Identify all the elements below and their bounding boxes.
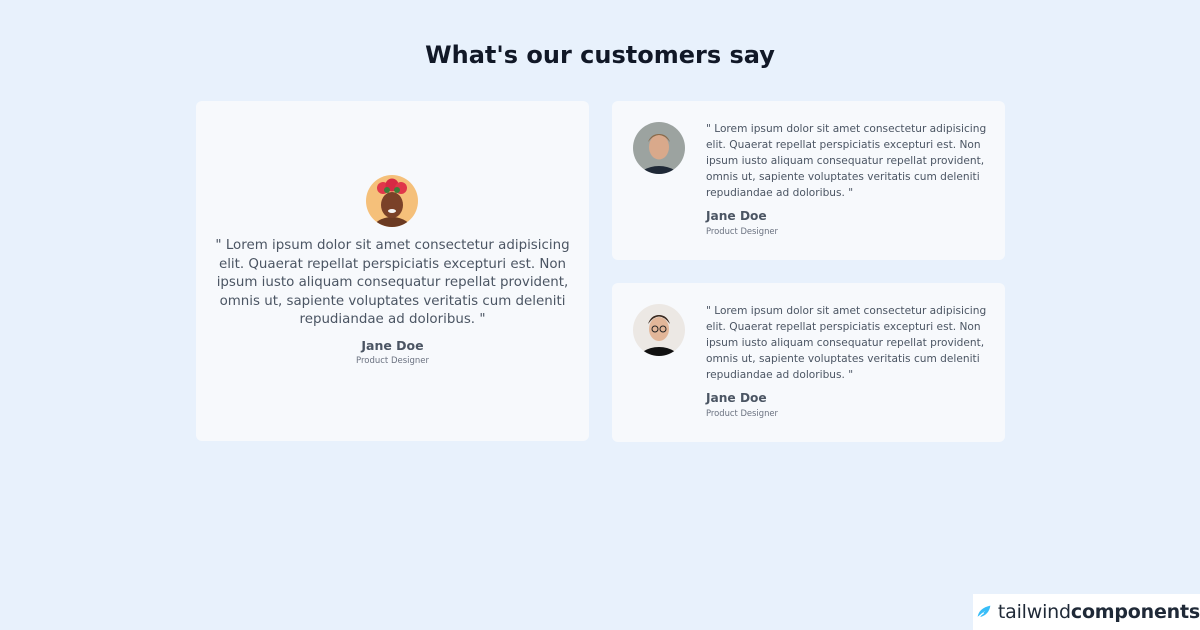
testimonial-card: " Lorem ipsum dolor sit amet consectetur… [612,101,1005,260]
avatar [633,122,685,174]
author-name: Jane Doe [706,209,767,223]
avatar [366,175,418,227]
testimonial-card-featured: " Lorem ipsum dolor sit amet consectetur… [196,101,589,441]
author-role: Product Designer [706,408,778,418]
avatar [633,304,685,356]
author-name: Jane Doe [361,338,424,353]
tailwind-leaf-icon [977,605,991,618]
brand-name-part2: components [1070,601,1200,623]
testimonial-quote: " Lorem ipsum dolor sit amet consectetur… [706,305,987,381]
author-role: Product Designer [355,356,430,366]
testimonial-card: " Lorem ipsum dolor sit amet consectetur… [612,283,1005,442]
brand-name-part1: tailwind [997,601,1071,623]
testimonial-quote: " Lorem ipsum dolor sit amet consectetur… [215,238,570,327]
section-title: What's our customers say [425,41,775,69]
brand-name: tailwindcomponents [998,601,1200,623]
tailwindcomponents-link[interactable]: tailwindcomponents [973,594,1200,630]
author-name: Jane Doe [706,391,767,405]
testimonial-quote: " Lorem ipsum dolor sit amet consectetur… [706,123,987,199]
author-role: Product Designer [706,226,778,236]
